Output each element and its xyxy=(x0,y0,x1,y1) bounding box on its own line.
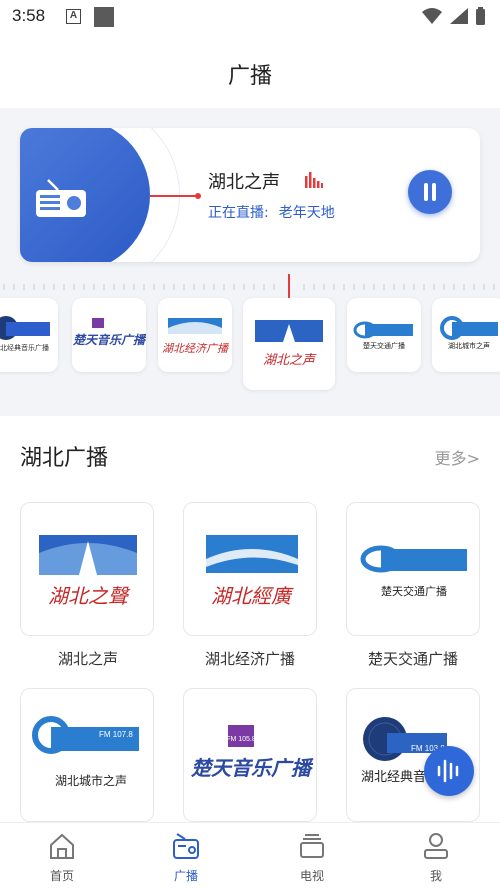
station-card[interactable]: 湖北之聲 xyxy=(20,502,154,636)
station-card-label: 楚天交通广播 xyxy=(367,650,458,668)
station-card-label: 湖北经济广播 xyxy=(204,650,295,668)
station-card-label: 湖北之声 xyxy=(57,650,118,668)
nav-me[interactable]: 我 xyxy=(396,831,476,884)
logo-text: 湖北經廣 xyxy=(211,584,294,608)
carousel-item-active[interactable]: 湖北之声 xyxy=(243,298,335,390)
now-playing-card[interactable]: 湖北之声 正在直播: 老年天地 xyxy=(20,128,480,262)
station-logo-icon: 楚天交通广播 xyxy=(353,321,413,350)
station-logo-icon: FM 92.7 楚天交通广播 xyxy=(360,545,467,598)
notification-square-icon xyxy=(94,7,114,27)
status-time: 3:58 xyxy=(12,6,46,25)
tuner-ruler xyxy=(3,284,495,290)
station-logo-icon: FM 105.8 楚天音乐广播 xyxy=(190,725,314,780)
carousel-item[interactable]: 湖北城市之声 xyxy=(432,298,500,372)
station-card[interactable]: FM 105.8 楚天音乐广播 xyxy=(183,688,317,822)
carousel-item[interactable]: 湖北经典音乐广播 xyxy=(0,298,58,372)
station-logo-icon: 湖北城市之声 xyxy=(440,316,498,350)
station-carousel[interactable]: 湖北经典音乐广播 楚天音乐广播 湖北经济广播 湖北之声 楚天交通广播 xyxy=(0,298,500,394)
nav-label: 电视 xyxy=(299,869,324,883)
voice-assistant-button[interactable] xyxy=(424,746,474,796)
app-notification-icon: A xyxy=(66,9,81,24)
station-card[interactable]: FM 107.8 湖北城市之声 xyxy=(20,688,154,822)
carousel-item-label: 湖北城市之声 xyxy=(448,341,490,350)
station-card[interactable]: FM 92.7 楚天交通广播 xyxy=(346,502,480,636)
nav-home[interactable]: 首页 xyxy=(22,831,102,884)
radio-icon xyxy=(36,179,86,217)
station-card[interactable]: 湖北經廣 xyxy=(183,502,317,636)
tv-icon xyxy=(300,834,324,858)
station-logo-icon: 湖北經廣 xyxy=(206,535,298,608)
logo-text: 湖北之聲 xyxy=(48,584,131,608)
waveform-icon xyxy=(437,759,459,783)
home-icon xyxy=(50,833,74,859)
station-name: 湖北之声 xyxy=(208,172,280,193)
station-logo-icon: FM 107.8 湖北城市之声 xyxy=(32,716,139,788)
audio-bars-icon xyxy=(305,172,323,188)
carousel-item-label: 湖北经典音乐广播 xyxy=(0,343,49,352)
carousel-item[interactable]: 楚天交通广播 xyxy=(347,298,421,372)
logo-frequency: FM 105.8 xyxy=(226,736,256,743)
carousel-item-label: 湖北之声 xyxy=(263,353,317,368)
nav-label: 我 xyxy=(429,869,442,883)
radio-icon xyxy=(173,833,199,859)
carousel-item-label: 楚天音乐广播 xyxy=(72,333,146,347)
nav-label: 首页 xyxy=(49,869,74,883)
tuner-needle xyxy=(150,193,201,199)
station-logo-icon: 湖北之聲 xyxy=(39,535,137,608)
station-logo-icon: 湖北经济广播 xyxy=(162,318,230,355)
logo-frequency: FM 92.7 xyxy=(424,570,454,579)
logo-text: 楚天交通广播 xyxy=(381,584,447,598)
carousel-item-label: 楚天交通广播 xyxy=(363,341,405,350)
bottom-nav: 首页 广播 电视 我 xyxy=(0,822,500,888)
nav-tv[interactable]: 电视 xyxy=(272,831,352,884)
nav-label: 广播 xyxy=(173,869,198,883)
logo-text: 湖北城市之声 xyxy=(55,773,127,788)
radio-player-area: 湖北之声 正在直播: 老年天地 湖北经典音乐广播 xyxy=(0,108,500,416)
more-link[interactable]: 更多> xyxy=(435,445,480,469)
logo-text: 湖北经典音 xyxy=(361,769,426,785)
pause-button[interactable] xyxy=(408,170,452,214)
logo-frequency: FM 107.8 xyxy=(99,730,133,739)
logo-text: 楚天音乐广播 xyxy=(190,756,314,780)
station-logo-icon: 湖北经典音乐广播 xyxy=(0,316,50,352)
carousel-item[interactable]: 楚天音乐广播 xyxy=(72,298,147,372)
carousel-item[interactable]: 湖北经济广播 xyxy=(158,298,232,372)
carousel-item-label: 湖北经济广播 xyxy=(162,342,230,355)
user-icon xyxy=(424,833,448,859)
nav-radio[interactable]: 广播 xyxy=(146,831,226,884)
live-status: 正在直播: 老年天地 xyxy=(208,202,335,222)
program-name: 老年天地 xyxy=(278,205,335,221)
live-prefix: 正在直播: xyxy=(208,205,269,221)
station-logo-icon: 楚天音乐广播 xyxy=(72,318,147,347)
page-title: 广播 xyxy=(227,64,272,89)
status-bar: 3:58 A xyxy=(0,0,500,34)
station-logo-icon: 湖北之声 xyxy=(255,320,323,368)
section-title: 湖北广播 xyxy=(20,446,109,471)
signal-battery-icon xyxy=(422,7,485,25)
